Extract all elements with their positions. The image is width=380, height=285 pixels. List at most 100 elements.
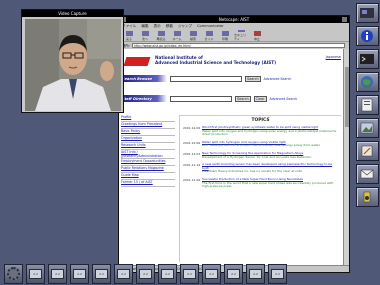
miniwindow[interactable]: 2.2 [114,263,133,284]
staff-search-button[interactable]: Search [235,95,251,102]
speaker-icon [363,191,371,203]
topics-panel: TOPICS 2001.12.06 World first photosynth… [179,115,341,262]
news-summary: Water split into oxygen and hydrogen usi… [202,128,337,137]
sidebar-item-research-units[interactable]: Research Units [121,143,175,150]
sidebar-item-former-15[interactable]: Former 15 / of AIST [121,180,175,187]
browser-title: Netscape: AIST [218,17,250,22]
news-summary: Mitsubishi Heavy Industries Co. has no r… [202,169,303,174]
news-date: 2001.11.09 [183,177,201,182]
dock-terminal[interactable] [355,49,379,69]
miniwindow-label: 2.2 [227,268,240,279]
aist-logo [123,57,151,66]
miniwindow[interactable]: 2.2 [136,263,155,284]
url-field[interactable]: http://www.aist.go.jp/index_en.html [131,43,345,48]
staff-advanced-search-link[interactable]: Advanced Search [270,97,298,101]
scrollbar-thumb[interactable] [345,67,349,127]
sidebar-item-greetings[interactable]: Greetings from President [121,122,175,129]
sidebar-item-aist-info[interactable]: AIST Info / (Research/Administration Div… [121,150,175,159]
menu-communicator[interactable]: Communicator [197,24,224,28]
home-label: ホーム [172,36,182,41]
dock-globe[interactable] [355,72,379,92]
video-title: Video Capture [58,11,87,16]
browser-titlebar[interactable]: Netscape: AIST [119,16,349,23]
miniwindow-label: 2.2 [183,268,196,279]
news-date: 2001.12.06 [183,140,201,145]
news-summary: Development of a Hydrogen Sensor for Cos… [202,154,312,159]
miniwindow[interactable]: 2.2 [48,263,67,284]
news-item: 2001.12.06 World first photosynthetic gr… [183,125,338,137]
site-search-button[interactable]: Search [245,75,261,82]
miniwindow[interactable]: 2.2 [92,263,111,284]
print-button[interactable]: 印刷 [218,30,232,41]
staff-search-input[interactable] [170,95,232,102]
miniwindow[interactable]: 2.2 [246,263,265,284]
dock-mail[interactable] [355,164,379,184]
security-button[interactable]: セキュリティ [234,29,248,41]
miniwindow[interactable]: 2.2 [268,263,287,284]
back-button[interactable]: 戻る [122,30,136,41]
menu-edit[interactable]: 編集 [141,24,148,29]
zoom-box-icon[interactable] [342,17,347,22]
vertical-scrollbar[interactable] [343,49,349,265]
reload-button[interactable]: 再読込 [154,30,168,41]
miniwindow-label: 2.2 [249,268,262,279]
miniwindow-label: 2.2 [271,268,284,279]
terminal-icon [360,54,374,64]
miniwindow[interactable]: 2.2 [70,263,89,284]
menu-jump[interactable]: ジャンプ [178,24,192,29]
sidebar-item-organization[interactable]: Organization [121,136,175,143]
staff-clear-button[interactable]: Clear [253,95,267,102]
browser-window: Netscape: AIST ファイル 編集 表示 移動 ジャンプ Commun… [118,15,350,273]
dock-sound[interactable] [355,187,379,207]
news-item: 2001.11.19 A new earth-boarding sensor h… [183,162,338,174]
dock-info[interactable] [355,26,379,46]
menu-go[interactable]: 移動 [166,24,173,29]
location-bar: 場所: http://www.aist.go.jp/index_en.html [119,42,349,49]
dock-image-viewer[interactable] [355,118,379,138]
home-button[interactable]: ホーム [170,30,184,41]
search-button[interactable]: 検索 [186,30,200,41]
sidebar-item-profile[interactable]: Profile [121,115,175,122]
sidebar-item-employment[interactable]: Employment Opportunities [121,159,175,166]
miniwindow[interactable]: 2.2 [224,263,243,284]
sidebar-item-policy[interactable]: Basic Policy [121,129,175,136]
news-item: 2001.12.06 Water split into hydrogen and… [183,140,338,148]
stop-icon [253,30,261,36]
menu-file[interactable]: ファイル [122,24,136,29]
sidebar-item-magazine[interactable]: Public Relations Magazine [121,166,175,173]
org-name: National Institute of Advanced Industria… [155,55,276,65]
japanese-link[interactable]: Japanese [326,55,341,59]
dock-file-viewer[interactable] [355,95,379,115]
stop-button[interactable]: 中止 [250,30,264,41]
sidebar-nav: Profile Greetings from President Basic P… [121,115,175,187]
menu-view[interactable]: 表示 [154,24,161,29]
miniwindow-label: 2.2 [73,268,86,279]
miniwindow[interactable]: 2.2 [202,263,221,284]
print-icon [221,30,229,36]
search-browse-label: Search Browse [119,75,167,82]
search-label: 検索 [189,36,196,41]
video-titlebar[interactable]: Video Capture [22,10,123,17]
guide-button[interactable]: ガイド [202,30,216,41]
miniwindow[interactable]: 2.2 [158,263,177,284]
video-capture-window: Video Capture [21,9,124,113]
dock-editor[interactable] [355,141,379,161]
miniwindow-label: 2.2 [161,268,174,279]
news-item: 2001.12.03 New Technology for Screening … [183,151,338,159]
advanced-search-link[interactable]: Advanced Search [264,77,292,81]
back-label: 戻る [125,36,132,41]
dock-workspace[interactable] [355,3,379,23]
forward-icon [141,30,149,36]
sidebar-item-guide-map[interactable]: Guide Map [121,173,175,180]
globe-icon [361,76,373,88]
camera-feed [25,19,121,111]
reload-label: 再読込 [156,36,166,41]
miniwindow[interactable]: 2.2 [180,263,199,284]
site-search-input[interactable] [170,75,242,82]
miniwindow[interactable]: 2.2 [26,263,45,284]
forward-button[interactable]: 次へ [138,30,152,41]
miniwindow-label: 2.2 [51,268,64,279]
lock-icon [237,29,245,32]
miniwindow-gear[interactable] [4,263,23,284]
info-icon [361,30,373,42]
